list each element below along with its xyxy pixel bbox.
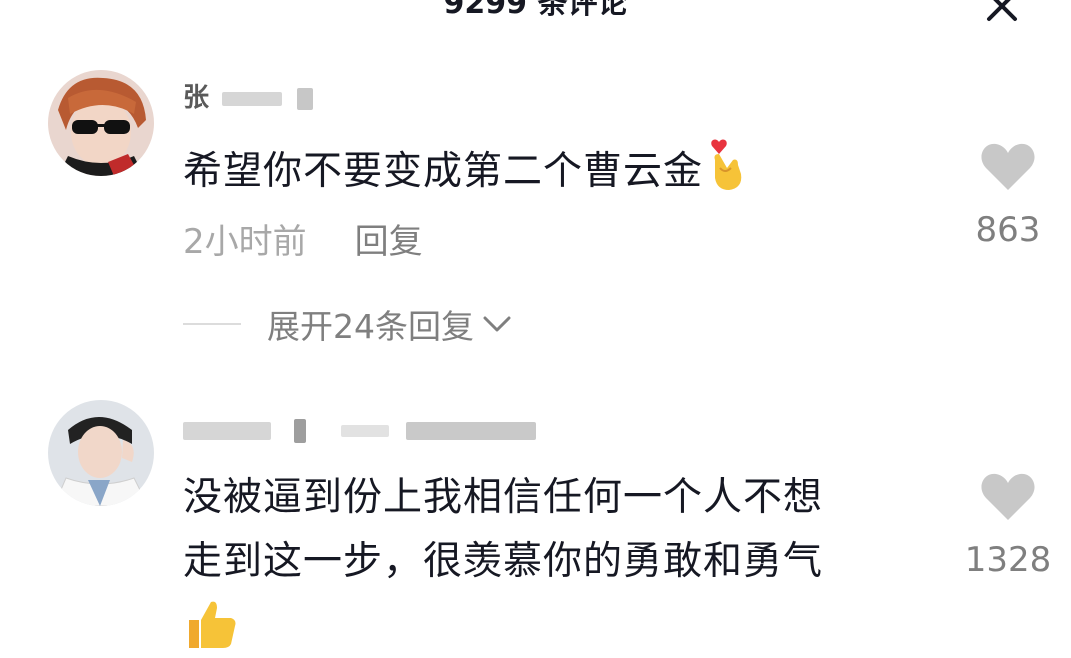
like-count: 1328 bbox=[964, 540, 1052, 580]
username-blur bbox=[406, 421, 537, 440]
thumbs-up-emoji-icon bbox=[183, 594, 923, 658]
comment-text: 没被逼到份上我相信任何一个人不想 走到这一步，很羡慕你的勇敢和勇气 bbox=[183, 466, 923, 658]
username-blur bbox=[341, 424, 390, 437]
comment-item: 没被逼到份上我相信任何一个人不想 走到这一步，很羡慕你的勇敢和勇气 1328 bbox=[0, 0, 1071, 648]
like-button[interactable]: 1328 bbox=[948, 472, 1068, 580]
avatar[interactable] bbox=[48, 400, 154, 506]
heart-icon bbox=[981, 473, 1035, 520]
username-blur bbox=[183, 421, 271, 440]
username-blur bbox=[294, 418, 307, 443]
username[interactable] bbox=[183, 412, 537, 448]
